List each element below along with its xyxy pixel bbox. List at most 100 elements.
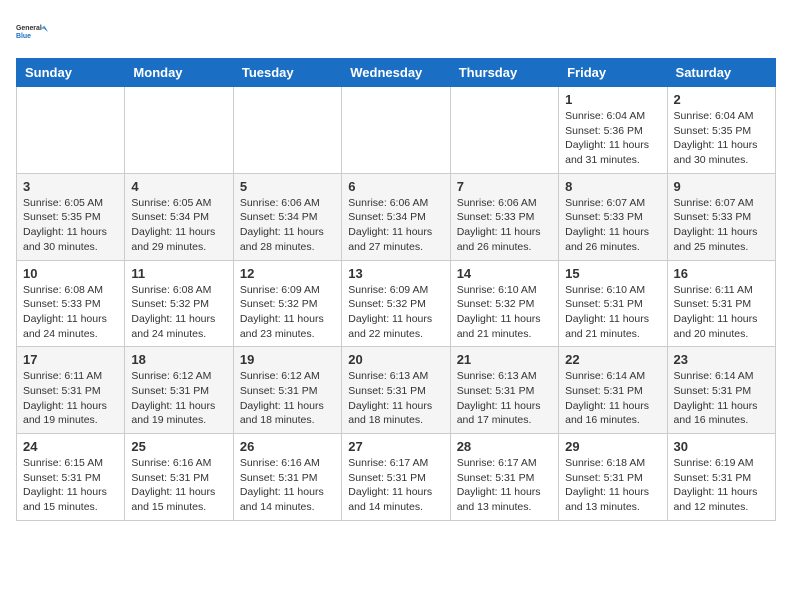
calendar-cell: 15 Sunrise: 6:10 AM Sunset: 5:31 PM Dayli… — [559, 260, 667, 347]
day-number: 15 — [565, 266, 660, 281]
day-number: 26 — [240, 439, 335, 454]
day-number: 30 — [674, 439, 769, 454]
day-number: 14 — [457, 266, 552, 281]
day-info: Sunrise: 6:04 AM Sunset: 5:35 PM Dayligh… — [674, 109, 769, 168]
column-header-saturday: Saturday — [667, 59, 775, 87]
calendar-cell: 11 Sunrise: 6:08 AM Sunset: 5:32 PM Dayli… — [125, 260, 233, 347]
column-header-tuesday: Tuesday — [233, 59, 341, 87]
calendar-cell: 3 Sunrise: 6:05 AM Sunset: 5:35 PM Daylig… — [17, 173, 125, 260]
day-number: 19 — [240, 352, 335, 367]
day-info: Sunrise: 6:14 AM Sunset: 5:31 PM Dayligh… — [674, 369, 769, 428]
logo: General Blue — [16, 16, 52, 48]
day-info: Sunrise: 6:11 AM Sunset: 5:31 PM Dayligh… — [674, 283, 769, 342]
calendar-cell: 21Sunrise: 6:13 AM Sunset: 5:31 PM Dayli… — [450, 347, 558, 434]
calendar-cell — [450, 87, 558, 174]
day-number: 3 — [23, 179, 118, 194]
calendar-cell: 25 Sunrise: 6:16 AM Sunset: 5:31 PM Dayli… — [125, 434, 233, 521]
day-number: 27 — [348, 439, 443, 454]
day-number: 8 — [565, 179, 660, 194]
day-info: Sunrise: 6:10 AM Sunset: 5:31 PM Dayligh… — [565, 283, 660, 342]
calendar-cell: 27Sunrise: 6:17 AM Sunset: 5:31 PM Dayli… — [342, 434, 450, 521]
day-number: 28 — [457, 439, 552, 454]
calendar-cell: 13Sunrise: 6:09 AM Sunset: 5:32 PM Dayli… — [342, 260, 450, 347]
day-info: Sunrise: 6:04 AM Sunset: 5:36 PM Dayligh… — [565, 109, 660, 168]
day-info: Sunrise: 6:09 AM Sunset: 5:32 PM Dayligh… — [240, 283, 335, 342]
calendar-cell — [125, 87, 233, 174]
day-number: 24 — [23, 439, 118, 454]
calendar-cell: 9 Sunrise: 6:07 AM Sunset: 5:33 PM Daylig… — [667, 173, 775, 260]
day-info: Sunrise: 6:08 AM Sunset: 5:33 PM Dayligh… — [23, 283, 118, 342]
column-header-sunday: Sunday — [17, 59, 125, 87]
calendar-cell: 24 Sunrise: 6:15 AM Sunset: 5:31 PM Dayli… — [17, 434, 125, 521]
calendar-cell: 7Sunrise: 6:06 AM Sunset: 5:33 PM Daylig… — [450, 173, 558, 260]
day-number: 2 — [674, 92, 769, 107]
calendar-week-1: 3 Sunrise: 6:05 AM Sunset: 5:35 PM Daylig… — [17, 173, 776, 260]
calendar-cell: 10Sunrise: 6:08 AM Sunset: 5:33 PM Dayli… — [17, 260, 125, 347]
calendar-cell: 17 Sunrise: 6:11 AM Sunset: 5:31 PM Dayli… — [17, 347, 125, 434]
day-info: Sunrise: 6:06 AM Sunset: 5:34 PM Dayligh… — [348, 196, 443, 255]
calendar-cell: 4 Sunrise: 6:05 AM Sunset: 5:34 PM Daylig… — [125, 173, 233, 260]
day-number: 13 — [348, 266, 443, 281]
calendar-week-2: 10Sunrise: 6:08 AM Sunset: 5:33 PM Dayli… — [17, 260, 776, 347]
day-info: Sunrise: 6:14 AM Sunset: 5:31 PM Dayligh… — [565, 369, 660, 428]
column-header-thursday: Thursday — [450, 59, 558, 87]
calendar-cell: 28 Sunrise: 6:17 AM Sunset: 5:31 PM Dayli… — [450, 434, 558, 521]
calendar-cell: 19 Sunrise: 6:12 AM Sunset: 5:31 PM Dayli… — [233, 347, 341, 434]
calendar-body: 1 Sunrise: 6:04 AM Sunset: 5:36 PM Daylig… — [17, 87, 776, 521]
day-number: 11 — [131, 266, 226, 281]
day-info: Sunrise: 6:16 AM Sunset: 5:31 PM Dayligh… — [131, 456, 226, 515]
calendar-cell: 5Sunrise: 6:06 AM Sunset: 5:34 PM Daylig… — [233, 173, 341, 260]
day-info: Sunrise: 6:19 AM Sunset: 5:31 PM Dayligh… — [674, 456, 769, 515]
day-info: Sunrise: 6:13 AM Sunset: 5:31 PM Dayligh… — [348, 369, 443, 428]
day-info: Sunrise: 6:07 AM Sunset: 5:33 PM Dayligh… — [674, 196, 769, 255]
calendar-cell: 26 Sunrise: 6:16 AM Sunset: 5:31 PM Dayli… — [233, 434, 341, 521]
calendar-cell — [342, 87, 450, 174]
column-header-monday: Monday — [125, 59, 233, 87]
calendar-week-4: 24 Sunrise: 6:15 AM Sunset: 5:31 PM Dayli… — [17, 434, 776, 521]
day-number: 6 — [348, 179, 443, 194]
calendar-cell: 30 Sunrise: 6:19 AM Sunset: 5:31 PM Dayli… — [667, 434, 775, 521]
calendar-header-row: SundayMondayTuesdayWednesdayThursdayFrid… — [17, 59, 776, 87]
svg-text:General: General — [16, 25, 42, 32]
day-info: Sunrise: 6:06 AM Sunset: 5:33 PM Dayligh… — [457, 196, 552, 255]
calendar-cell: 29Sunrise: 6:18 AM Sunset: 5:31 PM Dayli… — [559, 434, 667, 521]
logo-icon: General Blue — [16, 16, 48, 48]
day-info: Sunrise: 6:05 AM Sunset: 5:34 PM Dayligh… — [131, 196, 226, 255]
day-number: 12 — [240, 266, 335, 281]
day-info: Sunrise: 6:08 AM Sunset: 5:32 PM Dayligh… — [131, 283, 226, 342]
page-header: General Blue — [16, 16, 776, 48]
day-number: 18 — [131, 352, 226, 367]
calendar-cell: 18Sunrise: 6:12 AM Sunset: 5:31 PM Dayli… — [125, 347, 233, 434]
day-info: Sunrise: 6:05 AM Sunset: 5:35 PM Dayligh… — [23, 196, 118, 255]
calendar-cell: 6 Sunrise: 6:06 AM Sunset: 5:34 PM Daylig… — [342, 173, 450, 260]
day-number: 20 — [348, 352, 443, 367]
day-number: 22 — [565, 352, 660, 367]
svg-text:Blue: Blue — [16, 33, 31, 40]
day-info: Sunrise: 6:11 AM Sunset: 5:31 PM Dayligh… — [23, 369, 118, 428]
day-number: 25 — [131, 439, 226, 454]
calendar-week-0: 1 Sunrise: 6:04 AM Sunset: 5:36 PM Daylig… — [17, 87, 776, 174]
calendar-cell: 12 Sunrise: 6:09 AM Sunset: 5:32 PM Dayli… — [233, 260, 341, 347]
day-info: Sunrise: 6:12 AM Sunset: 5:31 PM Dayligh… — [240, 369, 335, 428]
day-info: Sunrise: 6:10 AM Sunset: 5:32 PM Dayligh… — [457, 283, 552, 342]
day-info: Sunrise: 6:18 AM Sunset: 5:31 PM Dayligh… — [565, 456, 660, 515]
day-info: Sunrise: 6:13 AM Sunset: 5:31 PM Dayligh… — [457, 369, 552, 428]
calendar-cell: 2 Sunrise: 6:04 AM Sunset: 5:35 PM Daylig… — [667, 87, 775, 174]
day-number: 9 — [674, 179, 769, 194]
day-info: Sunrise: 6:15 AM Sunset: 5:31 PM Dayligh… — [23, 456, 118, 515]
column-header-wednesday: Wednesday — [342, 59, 450, 87]
calendar-week-3: 17 Sunrise: 6:11 AM Sunset: 5:31 PM Dayli… — [17, 347, 776, 434]
day-number: 4 — [131, 179, 226, 194]
calendar-cell — [233, 87, 341, 174]
day-info: Sunrise: 6:07 AM Sunset: 5:33 PM Dayligh… — [565, 196, 660, 255]
day-number: 5 — [240, 179, 335, 194]
day-number: 17 — [23, 352, 118, 367]
calendar-cell: 20 Sunrise: 6:13 AM Sunset: 5:31 PM Dayli… — [342, 347, 450, 434]
calendar-cell — [17, 87, 125, 174]
day-number: 1 — [565, 92, 660, 107]
day-info: Sunrise: 6:17 AM Sunset: 5:31 PM Dayligh… — [457, 456, 552, 515]
calendar-cell: 8 Sunrise: 6:07 AM Sunset: 5:33 PM Daylig… — [559, 173, 667, 260]
column-header-friday: Friday — [559, 59, 667, 87]
day-info: Sunrise: 6:16 AM Sunset: 5:31 PM Dayligh… — [240, 456, 335, 515]
day-number: 16 — [674, 266, 769, 281]
